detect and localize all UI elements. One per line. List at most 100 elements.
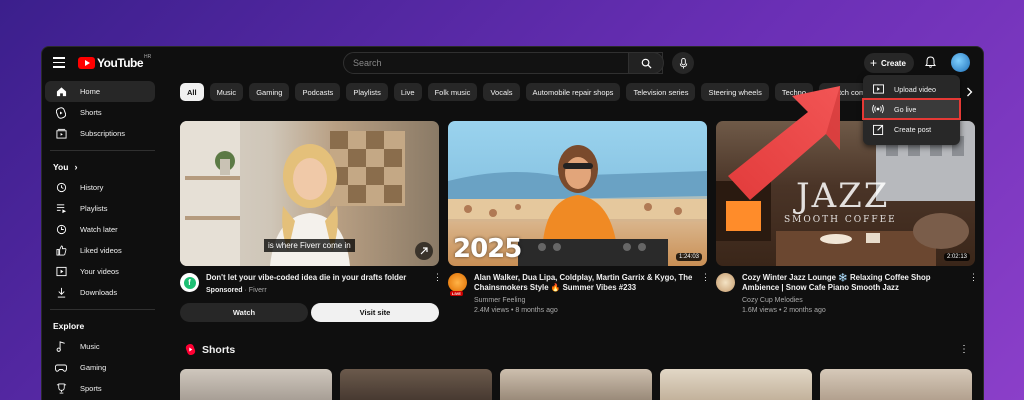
menu-item-upload-video[interactable]: Upload video <box>863 79 960 99</box>
chip-techno[interactable]: Techno <box>774 83 814 101</box>
sidebar-item-gaming[interactable]: Gaming <box>45 357 155 378</box>
search-input[interactable] <box>344 53 662 73</box>
chip-live[interactable]: Live <box>393 83 422 101</box>
ad-actions: Watch Visit site <box>180 303 439 322</box>
sidebar-item-label: Sports <box>80 384 102 393</box>
video-meta: f Don't let your vibe-coded idea die in … <box>180 273 442 295</box>
chips-next-button[interactable] <box>962 85 976 99</box>
menu-item-create-post[interactable]: Create post <box>863 119 960 139</box>
sidebar-item-shorts[interactable]: Shorts <box>45 102 155 123</box>
sidebar-item-label: Home <box>80 87 101 96</box>
watch-later-icon <box>55 224 67 236</box>
video-meta: Cozy Winter Jazz Lounge ❄️ Relaxing Coff… <box>716 273 978 315</box>
sponsored-line: Sponsored · Fiverr <box>206 287 267 294</box>
fiverr-logo-icon: f <box>183 276 196 289</box>
video-thumbnail[interactable]: is where Fiverr come in <box>180 121 439 266</box>
chip-television-series[interactable]: Television series <box>626 83 696 101</box>
notifications-button[interactable] <box>922 54 938 70</box>
more-options-icon[interactable]: ⋮ <box>959 344 969 355</box>
channel-name[interactable]: Summer Feeling <box>474 296 701 305</box>
video-duration: 2:02:13 <box>943 253 970 261</box>
short-thumbnail[interactable] <box>660 369 812 400</box>
chip-steering-wheels[interactable]: Steering wheels <box>701 83 769 101</box>
video-card-ad[interactable]: is where Fiverr come in f Don't let your… <box>180 121 442 322</box>
video-card[interactable]: 2025 1:24:03 LIVE Alan Walker, Dua Lipa,… <box>448 121 710 315</box>
sidebar-section-you[interactable]: You › <box>42 157 167 177</box>
fiverr-avatar[interactable]: f <box>180 273 199 292</box>
chip-podcasts[interactable]: Podcasts <box>295 83 341 101</box>
chip-gaming[interactable]: Gaming <box>249 83 290 101</box>
sidebar-item-history[interactable]: History <box>45 177 155 198</box>
sidebar-item-playlists[interactable]: Playlists <box>45 198 155 219</box>
shorts-logo-icon <box>185 343 196 356</box>
plus-icon: + <box>870 56 878 70</box>
sidebar-item-subscriptions[interactable]: Subscriptions <box>45 123 155 144</box>
thumbnail-overlay-title: JAZZ <box>796 176 890 216</box>
video-title[interactable]: Cozy Winter Jazz Lounge ❄️ Relaxing Coff… <box>742 273 969 293</box>
sidebar-item-label: Watch later <box>80 225 118 234</box>
live-badge: LIVE <box>450 291 463 296</box>
sponsored-label: Sponsored <box>206 287 243 294</box>
short-thumbnail[interactable] <box>340 369 492 400</box>
short-thumbnail[interactable] <box>820 369 972 400</box>
video-title[interactable]: Alan Walker, Dua Lipa, Coldplay, Martin … <box>474 273 701 293</box>
watch-button[interactable]: Watch <box>180 303 308 322</box>
external-link-button[interactable] <box>415 242 433 260</box>
video-thumbnail[interactable]: 2025 1:24:03 <box>448 121 707 266</box>
microphone-icon <box>679 57 687 69</box>
sidebar-item-label: Shorts <box>80 108 102 117</box>
menu-item-label: Upload video <box>894 84 936 94</box>
video-caption: is where Fiverr come in <box>264 239 355 252</box>
menu-item-label: Go live <box>894 104 917 114</box>
sidebar-item-label: Playlists <box>80 204 108 213</box>
subscriptions-icon <box>55 128 67 140</box>
youtube-logo[interactable]: YouTube HR <box>78 54 151 70</box>
sidebar-item-watch-later[interactable]: Watch later <box>45 219 155 240</box>
short-thumbnail[interactable] <box>180 369 332 400</box>
your-videos-icon <box>55 266 67 278</box>
menu-item-go-live[interactable]: Go live <box>862 98 961 120</box>
sidebar-item-downloads[interactable]: Downloads <box>45 282 155 303</box>
playlists-icon <box>55 203 67 215</box>
sidebar-section-explore: Explore <box>53 321 85 331</box>
create-button[interactable]: + Create <box>864 53 914 73</box>
channel-avatar[interactable]: LIVE <box>448 273 467 296</box>
chip-vocals[interactable]: Vocals <box>483 83 520 101</box>
sports-icon <box>55 383 67 395</box>
menu-icon[interactable] <box>53 57 65 68</box>
home-icon <box>55 86 67 98</box>
sidebar-item-label: History <box>80 183 104 192</box>
more-options-icon[interactable]: ⋮ <box>433 273 442 295</box>
more-options-icon[interactable]: ⋮ <box>969 273 978 315</box>
search-icon <box>641 58 652 69</box>
sidebar-item-label: Subscriptions <box>80 129 126 138</box>
video-title[interactable]: Don't let your vibe-coded idea die in yo… <box>206 273 433 283</box>
advertiser-name[interactable]: Fiverr <box>249 287 267 294</box>
video-stats: 2.4M views • 8 months ago <box>474 307 558 314</box>
history-icon <box>55 182 67 194</box>
sidebar-item-liked-videos[interactable]: Liked videos <box>45 240 155 261</box>
chip-folk-music[interactable]: Folk music <box>427 83 478 101</box>
chip-automobile-repair-shops[interactable]: Automobile repair shops <box>525 83 621 101</box>
sidebar-item-music[interactable]: Music <box>45 336 155 357</box>
chip-playlists[interactable]: Playlists <box>346 83 388 101</box>
sidebar-item-home[interactable]: Home <box>45 81 155 102</box>
search-button[interactable] <box>628 52 664 74</box>
visit-site-button[interactable]: Visit site <box>311 303 439 322</box>
menu-item-label: Create post <box>894 124 932 134</box>
create-menu: Upload video Go live Create post <box>862 75 961 145</box>
sidebar-item-your-videos[interactable]: Your videos <box>45 261 155 282</box>
voice-search-button[interactable] <box>672 52 694 74</box>
sidebar-item-sports[interactable]: Sports <box>45 378 155 399</box>
thumbnail-overlay-text: 2025 <box>453 234 522 264</box>
short-thumbnail[interactable] <box>500 369 652 400</box>
avatar[interactable] <box>951 53 970 72</box>
more-options-icon[interactable]: ⋮ <box>701 273 710 315</box>
chip-music[interactable]: Music <box>209 83 244 101</box>
channel-avatar[interactable] <box>716 273 735 292</box>
channel-name[interactable]: Cozy Cup Melodies <box>742 296 969 305</box>
video-card[interactable]: JAZZ SMOOTH COFFEE 2:02:13 Cozy Winter J… <box>716 121 978 315</box>
video-stats: 1.6M views • 2 months ago <box>742 307 826 314</box>
chip-all[interactable]: All <box>180 83 204 101</box>
thumbnail-overlay-subtitle: SMOOTH COFFEE <box>784 215 897 225</box>
